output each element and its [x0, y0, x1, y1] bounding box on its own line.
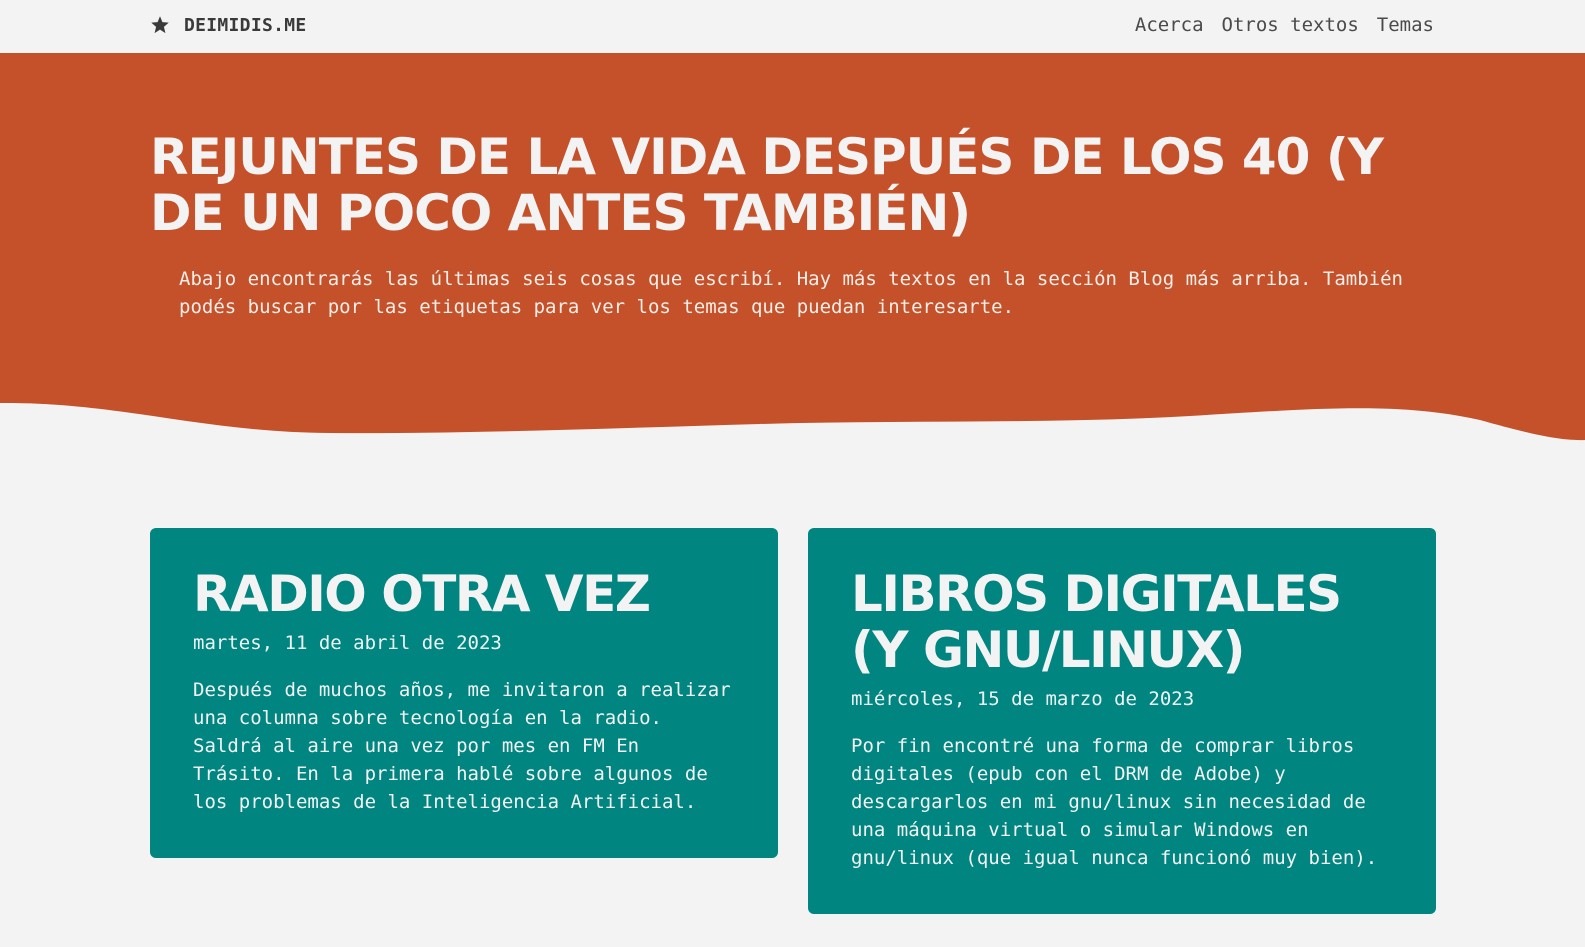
post-date: martes, 11 de abril de 2023 [193, 632, 502, 654]
nav-links: Acerca Otros textos Temas [1135, 13, 1434, 37]
post-card-libros[interactable]: Libros digitales (y gnu/linux) miércoles… [808, 528, 1436, 914]
page-title: Rejuntes de la vida después de los 40 (y… [150, 128, 1384, 242]
nav-link-otros-textos[interactable]: Otros textos [1222, 14, 1359, 36]
post-title[interactable]: Libros digitales (y gnu/linux) [851, 566, 1391, 678]
hero-description: Abajo encontrarás las últimas seis cosas… [179, 268, 1403, 318]
star-icon [151, 16, 169, 34]
post-title[interactable]: Radio otra vez [193, 566, 733, 622]
nav-link-temas[interactable]: Temas [1377, 14, 1434, 36]
post-excerpt: Después de muchos años, me invitaron a r… [193, 679, 731, 813]
post-date: miércoles, 15 de marzo de 2023 [851, 688, 1195, 710]
post-card-radio[interactable]: Radio otra vez martes, 11 de abril de 20… [150, 528, 778, 858]
brand-link[interactable]: DEIMIDIS.ME [150, 13, 307, 37]
top-navigation: DEIMIDIS.ME Acerca Otros textos Temas [0, 0, 1585, 53]
nav-link-acerca[interactable]: Acerca [1135, 14, 1204, 36]
hero-banner: Rejuntes de la vida después de los 40 (y… [0, 53, 1585, 453]
brand-name: DEIMIDIS.ME [184, 14, 307, 36]
post-excerpt: Por fin encontré una forma de comprar li… [851, 735, 1378, 869]
wave-divider [0, 402, 1585, 453]
